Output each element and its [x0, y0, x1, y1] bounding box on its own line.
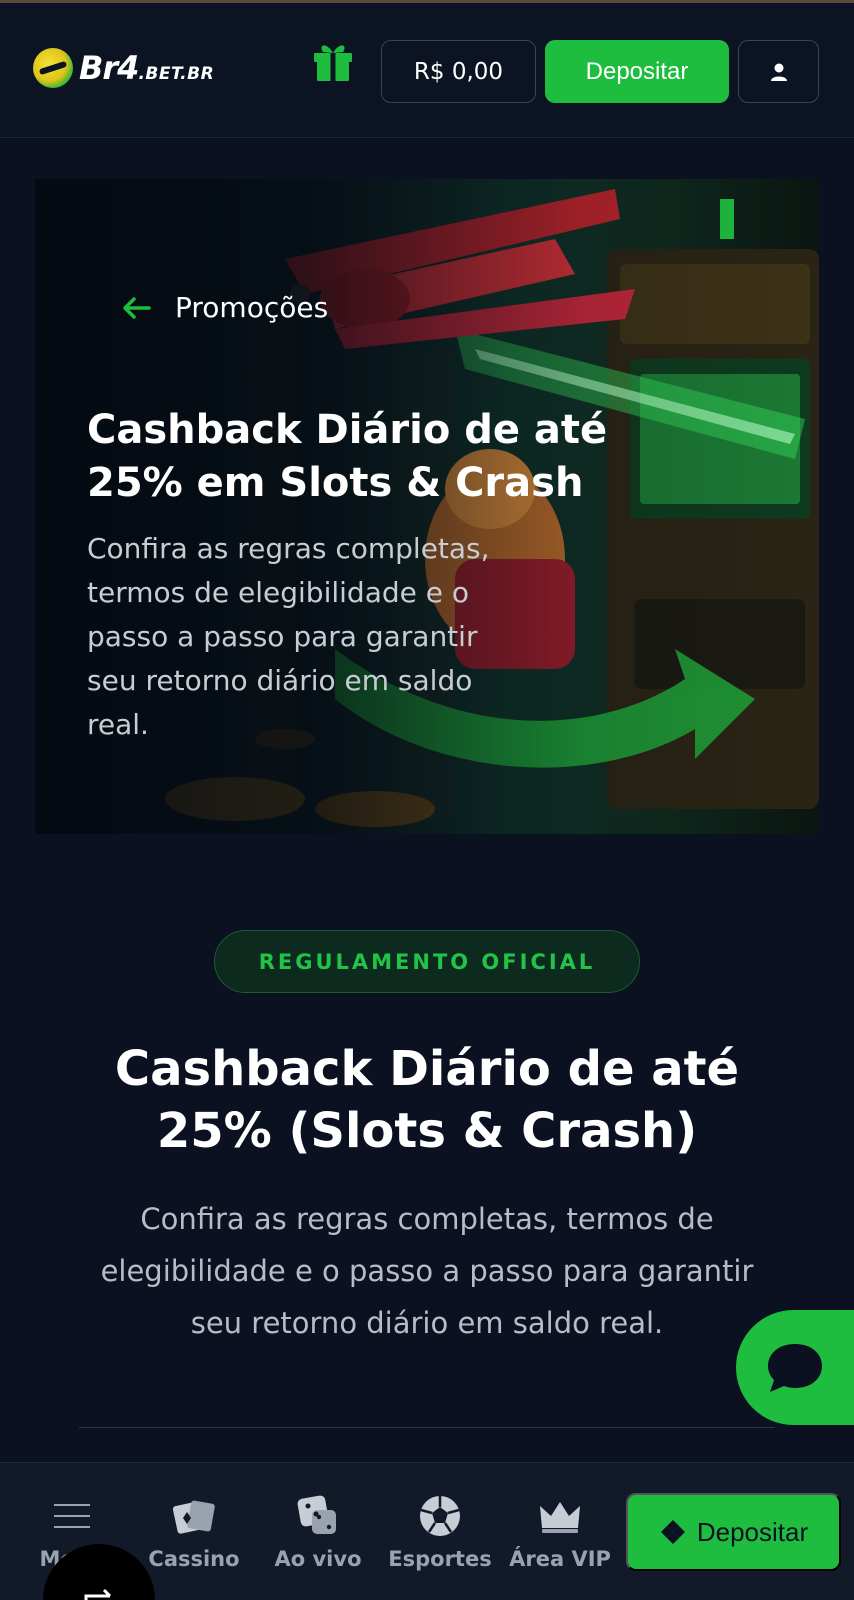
- regulamento-badge: REGULAMENTO OFICIAL: [214, 930, 640, 993]
- cards-icon: [171, 1493, 217, 1539]
- arrow-left-icon: [123, 296, 151, 319]
- chat-bubble-icon: [768, 1343, 822, 1392]
- bottom-deposit-button[interactable]: Depositar: [626, 1493, 841, 1571]
- bottom-deposit-label: Depositar: [696, 1516, 809, 1547]
- dice-icon: [296, 1493, 340, 1539]
- nav-item-area-vip[interactable]: Área VIP: [509, 1463, 611, 1600]
- banner-subtitle: Confira as regras completas, termos de e…: [87, 532, 490, 741]
- logo-text: Br4.BET.BR: [79, 49, 214, 87]
- regulamento-title: Cashback Diário de até 25% (Slots & Cras…: [114, 1041, 740, 1159]
- back-to-promotions-link[interactable]: Promoções: [121, 291, 328, 324]
- nav-label-cassino: Cassino: [148, 1547, 240, 1571]
- logo-ball-icon: [33, 48, 73, 88]
- logo-brand: Br4: [79, 49, 139, 87]
- regulamento-subtitle: Confira as regras completas, termos de e…: [100, 1202, 754, 1340]
- swap-icon: [84, 1588, 112, 1600]
- soccer-ball-icon: [418, 1493, 462, 1539]
- menu-icon: [53, 1493, 91, 1539]
- gift-icon[interactable]: [310, 37, 356, 83]
- banner-title: Cashback Diário de até 25% em Slots & Cr…: [87, 407, 608, 506]
- nav-item-esportes[interactable]: Esportes: [388, 1463, 492, 1600]
- nav-label-area-vip: Área VIP: [509, 1547, 611, 1571]
- deposit-button[interactable]: Depositar: [545, 40, 729, 103]
- section-divider: [79, 1427, 775, 1428]
- user-icon: [770, 63, 787, 81]
- diamond-icon: [660, 1520, 685, 1544]
- nav-label-esportes: Esportes: [388, 1547, 492, 1571]
- balance-display[interactable]: R$ 0,00: [381, 40, 536, 103]
- logo-suffix: .BET.BR: [138, 64, 215, 84]
- nav-item-ao-vivo[interactable]: Ao vivo: [272, 1463, 364, 1600]
- chat-button[interactable]: [736, 1310, 854, 1425]
- page: Br4.BET.BR R$ 0,00 Depositar Promoções C…: [0, 0, 854, 1600]
- header: Br4.BET.BR R$ 0,00 Depositar: [0, 3, 854, 138]
- crown-icon: [538, 1493, 582, 1539]
- back-label: Promoções: [175, 291, 329, 324]
- nav-item-cassino[interactable]: Cassino: [148, 1463, 240, 1600]
- promo-banner: Promoções Cashback Diário de até 25% em …: [35, 179, 819, 834]
- profile-button[interactable]: [738, 40, 819, 103]
- nav-label-ao-vivo: Ao vivo: [274, 1547, 362, 1571]
- site-logo[interactable]: Br4.BET.BR: [33, 48, 214, 88]
